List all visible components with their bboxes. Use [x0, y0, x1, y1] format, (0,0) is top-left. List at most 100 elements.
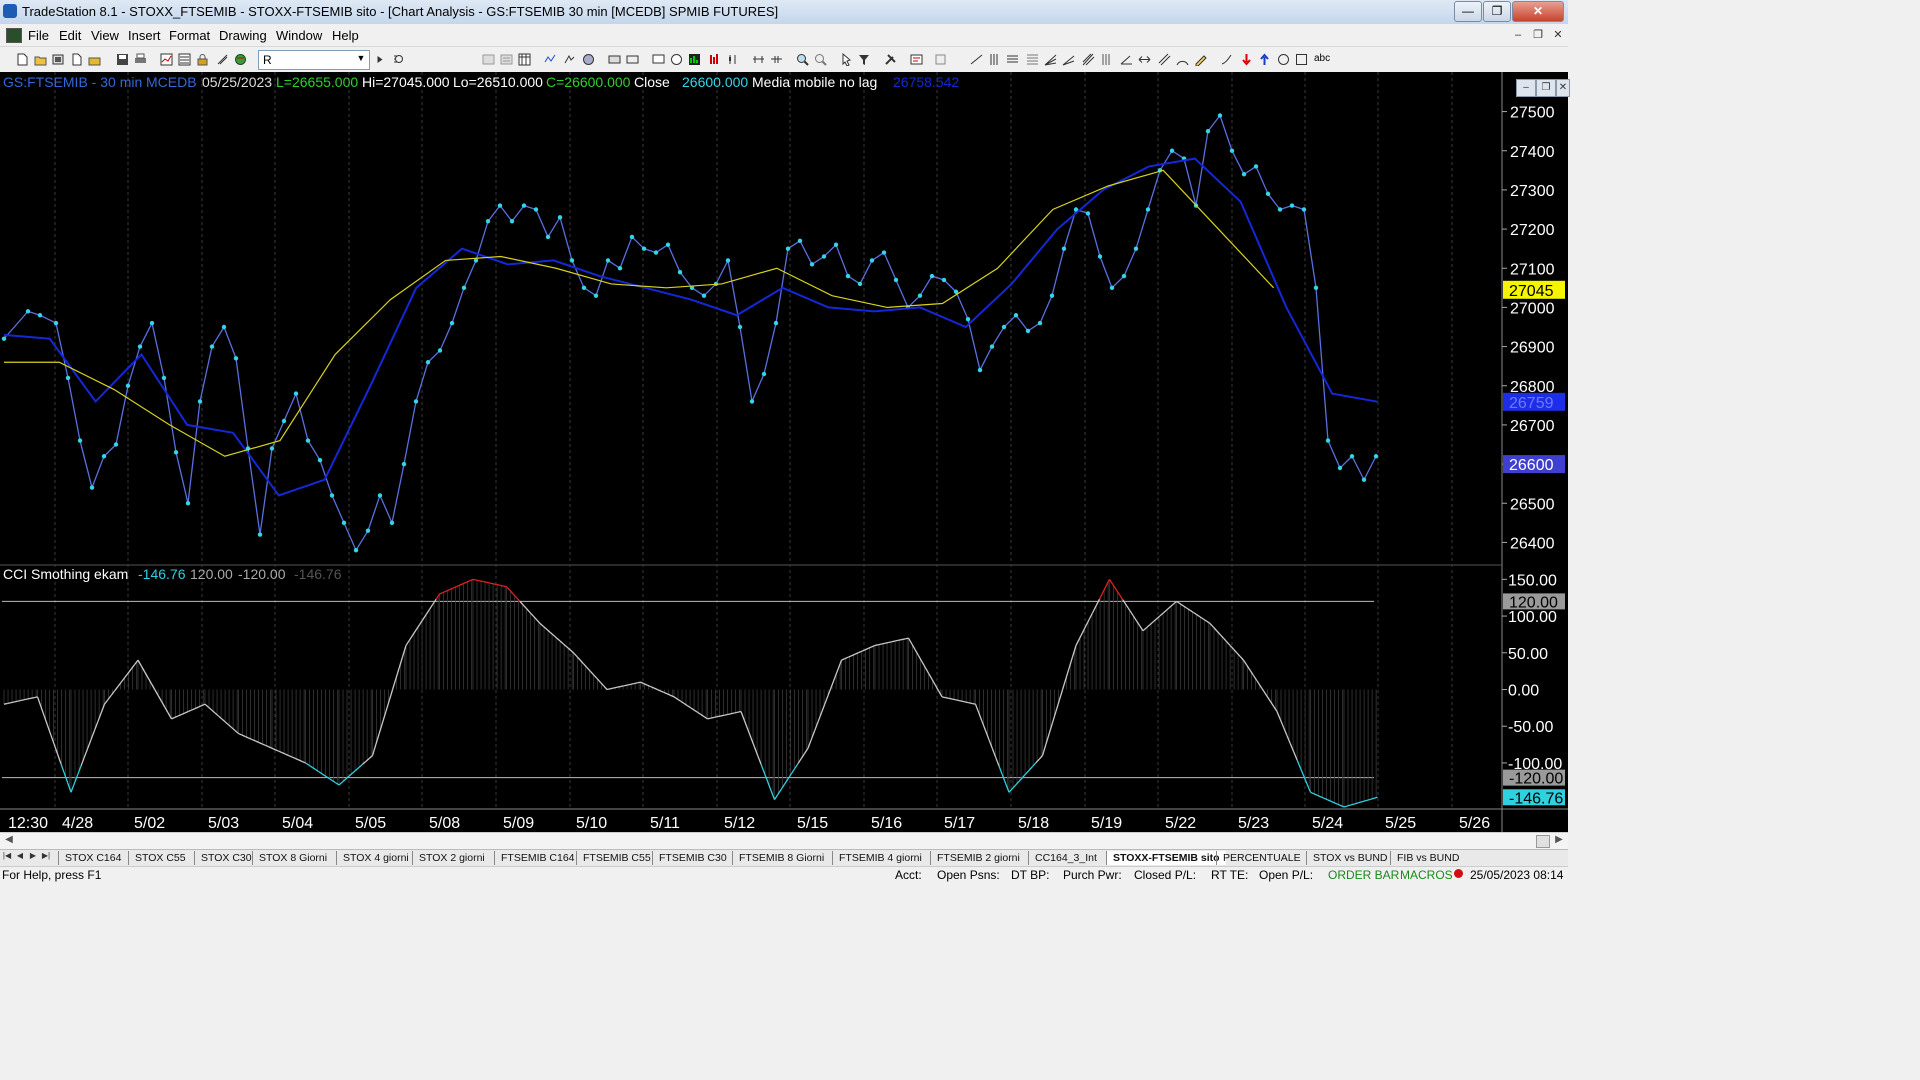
- mdi-close-button[interactable]: ✕: [1550, 28, 1566, 42]
- trendline-icon[interactable]: [970, 53, 983, 66]
- arc-icon[interactable]: [1176, 53, 1189, 66]
- tab-stox-c55[interactable]: STOX C55: [128, 851, 192, 865]
- new-document-icon[interactable]: [70, 53, 83, 66]
- insert-symbol-icon[interactable]: [582, 53, 595, 66]
- scanner-icon[interactable]: [216, 53, 229, 66]
- save-icon[interactable]: [116, 53, 129, 66]
- format-data-icon[interactable]: [500, 53, 513, 66]
- radar-icon[interactable]: [178, 53, 191, 66]
- tab-prev-icon[interactable]: ◀: [15, 851, 25, 864]
- scroll-thumb[interactable]: [1536, 835, 1550, 848]
- tab-stox-c164[interactable]: STOX C164: [58, 851, 127, 865]
- angle-icon[interactable]: [1120, 53, 1133, 66]
- ohlc-icon[interactable]: [708, 53, 721, 66]
- globe-icon[interactable]: [234, 53, 247, 66]
- menu-window[interactable]: Window: [276, 28, 322, 43]
- new-file-icon[interactable]: [16, 53, 29, 66]
- tab-stox-8-giorni[interactable]: STOX 8 Giorni: [252, 851, 333, 865]
- open-workspace-icon[interactable]: [52, 53, 65, 66]
- pointer-icon[interactable]: [840, 53, 853, 66]
- chart-window-icon[interactable]: [6, 28, 22, 43]
- menu-file[interactable]: File: [28, 28, 49, 43]
- tab-ftsemib-4-giorni[interactable]: FTSEMIB 4 giorni: [832, 851, 928, 865]
- gann-fan-icon[interactable]: [1044, 53, 1057, 66]
- zoom-out-icon[interactable]: [626, 53, 639, 66]
- vertical-line-icon[interactable]: [988, 53, 1001, 66]
- menu-insert[interactable]: Insert: [128, 28, 161, 43]
- fibonacci-icon[interactable]: [1026, 53, 1039, 66]
- magnifier-icon[interactable]: [796, 53, 809, 66]
- insert-study-icon[interactable]: [544, 53, 557, 66]
- tab-stoxx-ftsemib-sito[interactable]: STOXX-FTSEMIB sito: [1106, 851, 1226, 865]
- tab-stox-c30[interactable]: STOX C30: [194, 851, 258, 865]
- tab-stox-vs-bund[interactable]: STOX vs BUND: [1306, 851, 1393, 865]
- scroll-left-icon[interactable]: ◀: [2, 834, 16, 848]
- tab-ftsemib-8-giorni[interactable]: FTSEMIB 8 Giorni: [732, 851, 830, 865]
- mdi-minimize-button[interactable]: –: [1510, 28, 1526, 42]
- mdi-restore-button[interactable]: ❐: [1530, 28, 1546, 42]
- regression-icon[interactable]: [1100, 53, 1113, 66]
- menu-edit[interactable]: Edit: [59, 28, 81, 43]
- arrow-up-icon[interactable]: [1258, 53, 1271, 66]
- tab-stox-4-giorni[interactable]: STOX 4 giorni: [336, 851, 415, 865]
- candle-icon[interactable]: [726, 53, 739, 66]
- print-icon[interactable]: [134, 53, 147, 66]
- bar-spacing-icon[interactable]: [752, 53, 765, 66]
- close-button[interactable]: ✕: [1512, 1, 1564, 22]
- tab-ftsemib-c30[interactable]: FTSEMIB C30: [652, 851, 733, 865]
- menu-help[interactable]: Help: [332, 28, 359, 43]
- tab-stox-2-giorni[interactable]: STOX 2 giorni: [412, 851, 491, 865]
- tab-next-icon[interactable]: ▶: [28, 851, 38, 864]
- curve-icon[interactable]: [1220, 53, 1233, 66]
- rectangle-icon[interactable]: [1295, 53, 1308, 66]
- subwindow-close-button[interactable]: ✕: [1556, 79, 1570, 97]
- status-macros[interactable]: MACROS: [1400, 868, 1453, 882]
- arrow-down-icon[interactable]: [1240, 53, 1253, 66]
- tab-first-icon[interactable]: |◀: [2, 851, 12, 864]
- subwindow-minimize-button[interactable]: –: [1516, 79, 1536, 97]
- horizontal-line-icon[interactable]: [1006, 53, 1019, 66]
- page-icon[interactable]: [670, 53, 683, 66]
- open-icon[interactable]: [88, 53, 101, 66]
- data-window-icon[interactable]: [518, 53, 531, 66]
- lock-icon[interactable]: [196, 53, 209, 66]
- scroll-right-icon[interactable]: ▶: [1552, 834, 1566, 848]
- chart-window[interactable]: 27500 27400 27300 27200 27100 27000 26900 26800…: [0, 72, 1570, 832]
- pencil-icon[interactable]: [1194, 53, 1207, 66]
- symbol-lookup-icon[interactable]: [392, 53, 405, 66]
- tab-ftsemib-c55[interactable]: FTSEMIB C55: [576, 851, 657, 865]
- format-window-icon[interactable]: [482, 53, 495, 66]
- menu-view[interactable]: View: [91, 28, 119, 43]
- zoom-minus-icon[interactable]: [814, 53, 827, 66]
- andrews-pitchfork-icon[interactable]: [1082, 53, 1095, 66]
- minimize-button[interactable]: —: [1454, 1, 1482, 22]
- status-order-bar[interactable]: ORDER BAR: [1328, 868, 1399, 882]
- tab-ftsemib-2-giorni[interactable]: FTSEMIB 2 giorni: [930, 851, 1026, 865]
- tab-fib-vs-bund[interactable]: FIB vs BUND: [1390, 851, 1465, 865]
- screen-icon[interactable]: [652, 53, 665, 66]
- bar-chart-icon[interactable]: [688, 53, 701, 66]
- message-icon[interactable]: [934, 53, 947, 66]
- menu-format[interactable]: Format: [169, 28, 210, 43]
- chevron-down-icon[interactable]: ▼: [355, 53, 367, 66]
- chart-canvas[interactable]: 2750027400273002720027100270002690026800…: [0, 72, 1568, 832]
- text-tool-icon[interactable]: abc: [1314, 53, 1330, 64]
- chart-window-icon-tb[interactable]: [160, 53, 173, 66]
- maximize-button[interactable]: ❐: [1483, 1, 1511, 22]
- horizontal-scrollbar[interactable]: ◀ ▶: [0, 832, 1568, 849]
- open-folder-icon[interactable]: [34, 53, 47, 66]
- ellipse-icon[interactable]: [1277, 53, 1290, 66]
- alerts-icon[interactable]: [910, 53, 923, 66]
- arrow-both-icon[interactable]: [1138, 53, 1151, 66]
- tools-icon[interactable]: [884, 53, 897, 66]
- tab-percentuale[interactable]: PERCENTUALE: [1216, 851, 1307, 865]
- bar-compress-icon[interactable]: [770, 53, 783, 66]
- subwindow-restore-button[interactable]: ❐: [1536, 79, 1556, 97]
- data-tip-icon[interactable]: [858, 53, 871, 66]
- zoom-in-icon[interactable]: [608, 53, 621, 66]
- tab-last-icon[interactable]: ▶|: [41, 851, 51, 864]
- tab-ftsemib-c164[interactable]: FTSEMIB C164: [494, 851, 581, 865]
- play-icon[interactable]: [374, 53, 383, 66]
- symbol-input[interactable]: R ▼: [258, 50, 370, 70]
- channel-icon[interactable]: [1158, 53, 1171, 66]
